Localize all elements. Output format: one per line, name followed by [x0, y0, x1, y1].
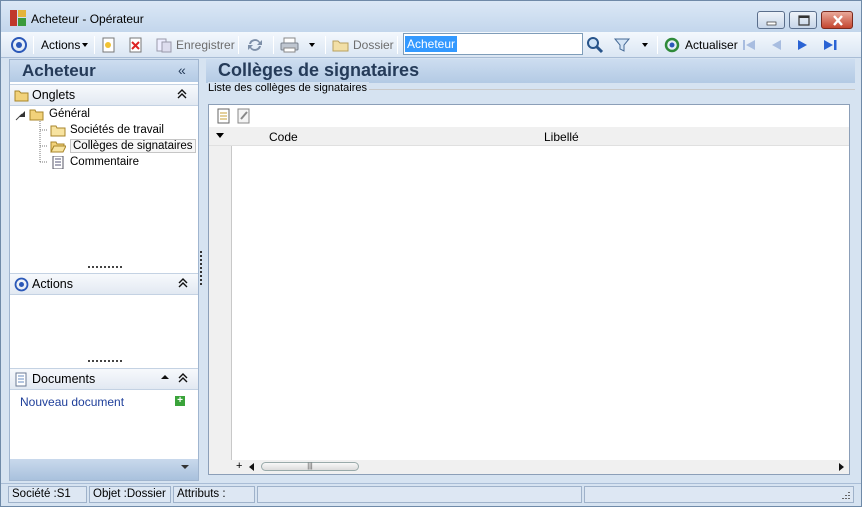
- previous-record-icon[interactable]: [768, 32, 784, 58]
- status-empty-cell: [257, 486, 582, 503]
- vertical-splitter[interactable]: [200, 251, 203, 285]
- tree-item-label: Sociétés de travail: [70, 124, 164, 136]
- scroll-left-icon[interactable]: [249, 463, 254, 471]
- grid-menu-arrow-icon[interactable]: [216, 133, 224, 138]
- folder-icon: [14, 90, 29, 102]
- target-icon: [14, 277, 29, 292]
- document-icon: [15, 372, 27, 387]
- group-divider: [363, 89, 855, 90]
- filter-dropdown-icon[interactable]: [640, 32, 650, 58]
- column-header-libelle[interactable]: Libellé: [544, 130, 579, 144]
- collapse-panel-icon[interactable]: «: [178, 62, 186, 78]
- tree-item-colleges[interactable]: Collèges de signataires: [50, 138, 196, 154]
- documents-section-title: Documents: [32, 372, 96, 386]
- open-folder-icon: [50, 141, 66, 152]
- status-empty-cell: [584, 486, 854, 503]
- resize-grip-icon[interactable]: [839, 490, 851, 502]
- open-folder-icon: [29, 109, 44, 120]
- search-input-value[interactable]: Acheteur: [405, 36, 458, 52]
- add-document-icon[interactable]: +: [175, 396, 185, 406]
- grid-footer: + |||: [209, 460, 849, 474]
- actions-section-title: Actions: [32, 277, 73, 291]
- filter-icon[interactable]: [613, 32, 631, 58]
- page-title: Collèges de signataires: [218, 60, 420, 80]
- print-dropdown-icon[interactable]: [307, 32, 317, 58]
- app-icon: [10, 10, 26, 26]
- collapse-documents-icon[interactable]: [178, 372, 188, 384]
- print-icon[interactable]: [280, 32, 300, 58]
- new-record-icon[interactable]: [101, 32, 117, 58]
- left-panel-footer: [10, 459, 198, 480]
- onglets-section-header[interactable]: Onglets: [10, 84, 198, 106]
- target-icon[interactable]: [10, 32, 28, 58]
- status-bar: Société :S1 Objet :Dossier Attributs :: [1, 483, 861, 506]
- save-button[interactable]: Enregistrer: [156, 32, 235, 58]
- actions-menu-label: Actions: [41, 38, 81, 52]
- actions-menu-button[interactable]: Actions: [41, 32, 90, 58]
- documents-section-header[interactable]: Documents: [10, 368, 198, 390]
- maximize-button[interactable]: [789, 11, 817, 29]
- main-header: Collèges de signataires: [206, 59, 855, 83]
- horizontal-scrollbar-thumb[interactable]: |||: [261, 462, 359, 471]
- collapse-actions-icon[interactable]: [178, 277, 188, 289]
- refresh-icon: [664, 37, 680, 53]
- splitter-grip[interactable]: [88, 360, 122, 362]
- minimize-button[interactable]: [757, 11, 785, 29]
- grid-header-row: Code Libellé: [209, 127, 849, 146]
- status-objet: Objet :Dossier: [89, 486, 171, 503]
- tree-item-societes[interactable]: Sociétés de travail: [50, 122, 164, 138]
- window-title: Acheteur - Opérateur: [31, 12, 144, 26]
- next-record-icon[interactable]: [795, 32, 811, 58]
- folder-icon: [50, 125, 66, 136]
- actions-section-header[interactable]: Actions: [10, 273, 198, 295]
- new-document-link[interactable]: Nouveau document: [20, 395, 124, 409]
- close-button[interactable]: [821, 11, 853, 29]
- folder-icon: [332, 40, 349, 52]
- refresh-button[interactable]: Actualiser: [663, 32, 738, 58]
- tree-collapse-icon[interactable]: [18, 110, 26, 118]
- left-panel: Acheteur « Onglets Général Sociétés de t…: [9, 59, 199, 481]
- tree-item-general[interactable]: Général: [18, 106, 90, 122]
- delete-record-icon[interactable]: [128, 32, 144, 58]
- edit-row-icon[interactable]: [237, 108, 251, 124]
- search-icon[interactable]: [586, 32, 604, 58]
- app-window: Acheteur - Opérateur Actions Enregistrer…: [0, 0, 862, 507]
- grid-toolbar: [209, 105, 849, 126]
- chevron-down-icon: [82, 43, 89, 47]
- add-row-icon[interactable]: +: [236, 460, 242, 472]
- tree-item-label: Collèges de signataires: [70, 139, 196, 153]
- refresh-label: Actualiser: [685, 38, 738, 52]
- double-chevron-up-icon[interactable]: [177, 88, 187, 100]
- tree-item-label: Général: [49, 108, 90, 120]
- last-record-icon[interactable]: [822, 32, 840, 58]
- group-label: Liste des collèges de signataires: [208, 82, 369, 94]
- dossier-label: Dossier: [353, 38, 394, 52]
- tree-item-commentaire[interactable]: Commentaire: [50, 154, 139, 170]
- save-icon: [156, 38, 172, 53]
- onglets-section-title: Onglets: [32, 88, 76, 102]
- left-panel-header: Acheteur «: [10, 60, 198, 82]
- first-record-icon[interactable]: [741, 32, 757, 58]
- search-input[interactable]: Acheteur: [403, 33, 583, 55]
- save-label: Enregistrer: [176, 38, 235, 52]
- left-panel-title: Acheteur: [22, 61, 96, 80]
- chevron-down-icon[interactable]: [180, 463, 190, 471]
- chevron-up-icon[interactable]: [160, 372, 170, 382]
- status-attributs: Attributs :: [173, 486, 255, 503]
- tree-item-label: Commentaire: [70, 156, 140, 168]
- dossier-button[interactable]: Dossier: [332, 32, 394, 58]
- title-bar[interactable]: Acheteur - Opérateur: [1, 1, 861, 32]
- column-header-code[interactable]: Code: [269, 130, 298, 144]
- sync-icon[interactable]: [246, 32, 264, 58]
- status-societe: Société :S1: [8, 486, 87, 503]
- scroll-right-icon[interactable]: [839, 463, 844, 471]
- data-grid[interactable]: Code Libellé + |||: [208, 104, 850, 475]
- document-icon: [52, 155, 64, 169]
- new-row-icon[interactable]: [217, 108, 231, 124]
- row-header-column: [209, 146, 232, 460]
- splitter-grip[interactable]: [88, 266, 122, 268]
